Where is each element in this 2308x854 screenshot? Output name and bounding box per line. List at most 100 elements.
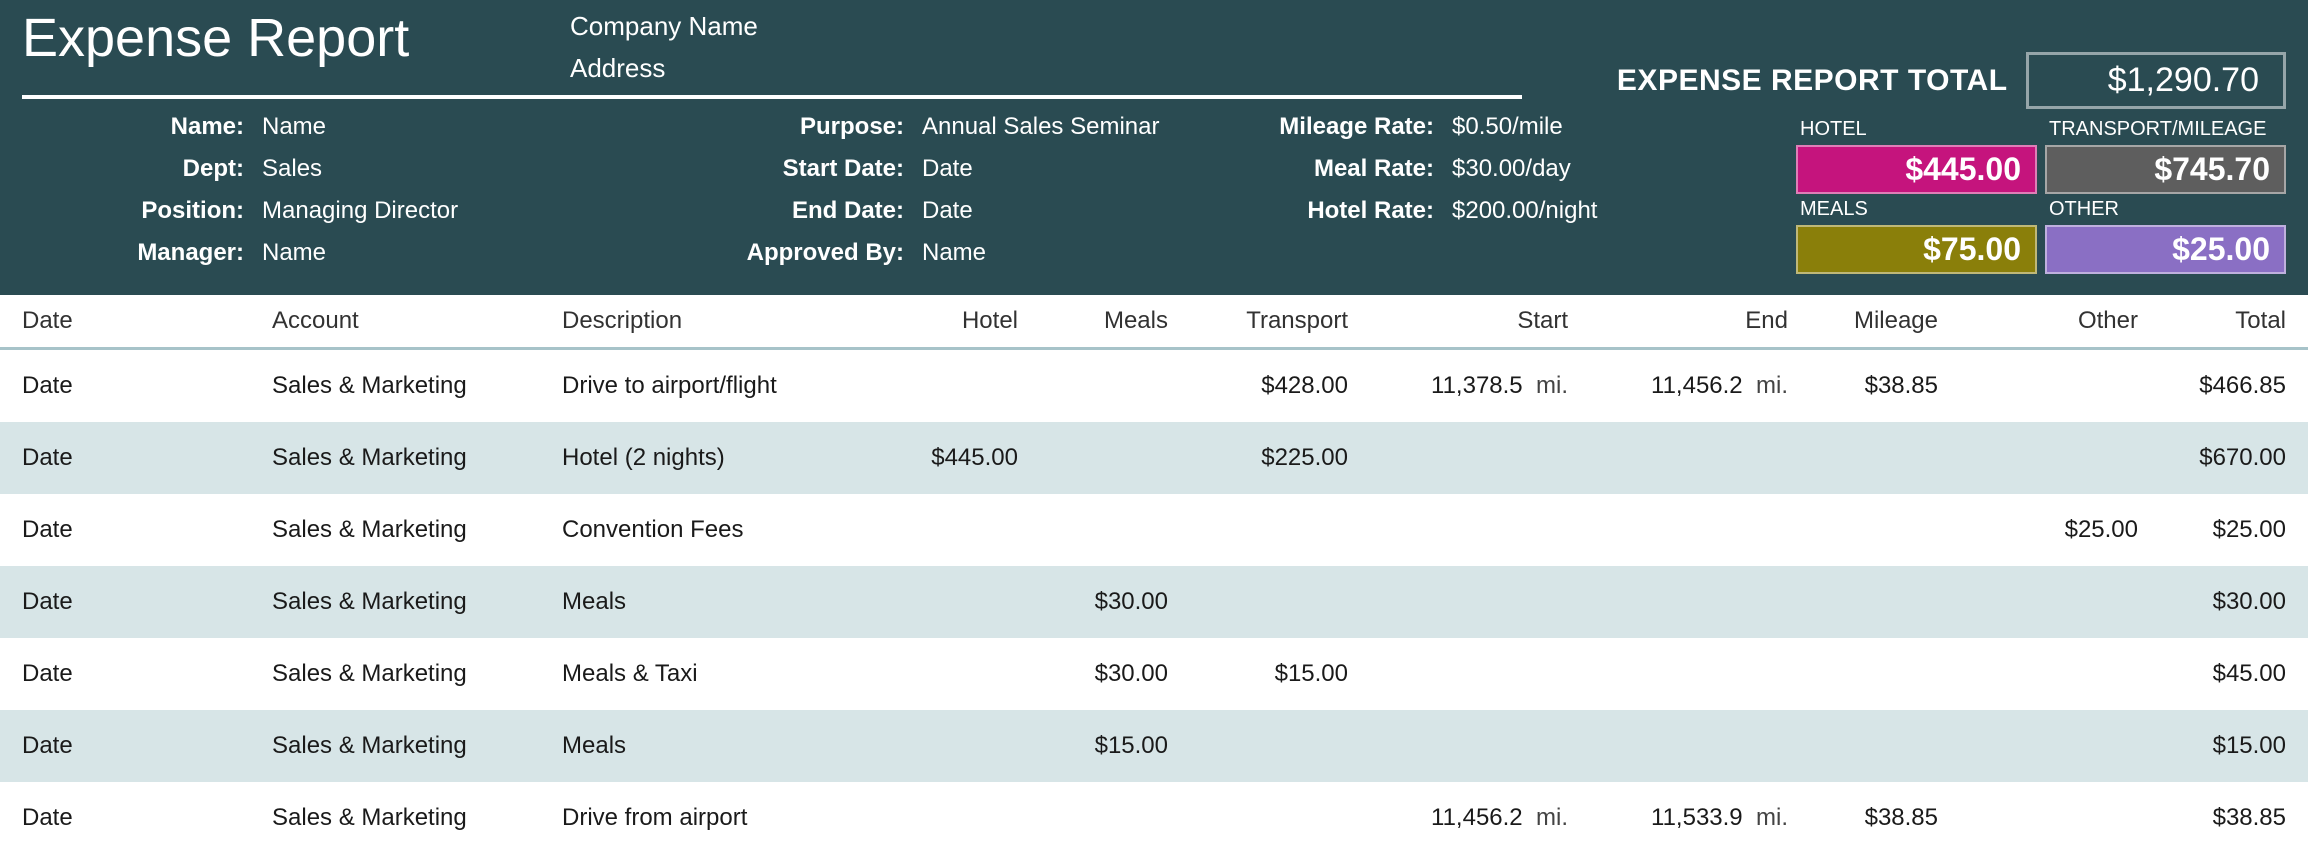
cell-hotel <box>880 782 1040 854</box>
cell-transport: $15.00 <box>1190 638 1370 710</box>
cell-mileage <box>1810 494 1960 566</box>
cell-description: Convention Fees <box>540 494 880 566</box>
cell-total: $25.00 <box>2160 494 2308 566</box>
cell-meals: $15.00 <box>1040 710 1190 782</box>
col-transport: Transport <box>1190 295 1370 349</box>
col-total: Total <box>2160 295 2308 349</box>
cell-other <box>1960 349 2160 423</box>
cell-account: Sales & Marketing <box>250 710 540 782</box>
col-start: Start <box>1370 295 1590 349</box>
cell-hotel <box>880 349 1040 423</box>
value-hotel-rate: $200.00/night <box>1452 197 1702 225</box>
col-account: Account <box>250 295 540 349</box>
cell-description: Meals <box>540 710 880 782</box>
table-row: DateSales & MarketingMeals & Taxi$30.00$… <box>0 638 2308 710</box>
value-meal-rate: $30.00/day <box>1452 155 1702 183</box>
cell-start: 11,456.2 mi. <box>1370 782 1590 854</box>
label-approved: Approved By: <box>662 239 922 267</box>
cell-transport <box>1190 782 1370 854</box>
cell-end <box>1590 422 1810 494</box>
label-mileage-rate: Mileage Rate: <box>1232 113 1452 141</box>
cat-meals-label: MEALS <box>1796 198 2037 221</box>
label-position: Position: <box>22 197 262 225</box>
cell-account: Sales & Marketing <box>250 638 540 710</box>
cell-other: $25.00 <box>1960 494 2160 566</box>
table-row: DateSales & MarketingConvention Fees $25.… <box>0 494 2308 566</box>
cell-total: $38.85 <box>2160 782 2308 854</box>
cat-hotel-label: HOTEL <box>1796 118 2037 141</box>
cell-mileage: $38.85 <box>1810 782 1960 854</box>
col-description: Description <box>540 295 880 349</box>
cell-end <box>1590 494 1810 566</box>
cell-mileage: $38.85 <box>1810 349 1960 423</box>
col-other: Other <box>1960 295 2160 349</box>
cell-start <box>1370 566 1590 638</box>
cell-account: Sales & Marketing <box>250 782 540 854</box>
company-name: Company Name <box>570 6 758 48</box>
category-grid: HOTEL TRANSPORT/MILEAGE $445.00 $745.70 … <box>1796 118 2286 274</box>
cell-transport: $428.00 <box>1190 349 1370 423</box>
page-title: Expense Report <box>22 6 562 71</box>
cat-transport-label: TRANSPORT/MILEAGE <box>2045 118 2286 141</box>
cell-description: Drive to airport/flight <box>540 349 880 423</box>
cell-account: Sales & Marketing <box>250 494 540 566</box>
cell-end: 11,456.2 mi. <box>1590 349 1810 423</box>
cell-description: Meals & Taxi <box>540 638 880 710</box>
cat-meals-value: $75.00 <box>1796 225 2037 274</box>
cell-total: $15.00 <box>2160 710 2308 782</box>
cell-date: Date <box>0 494 250 566</box>
cell-transport: $225.00 <box>1190 422 1370 494</box>
cell-hotel <box>880 494 1040 566</box>
value-position: Managing Director <box>262 197 662 225</box>
cell-start <box>1370 710 1590 782</box>
label-end-date: End Date: <box>662 197 922 225</box>
label-start-date: Start Date: <box>662 155 922 183</box>
company-address: Address <box>570 48 758 90</box>
cell-date: Date <box>0 638 250 710</box>
cell-start <box>1370 638 1590 710</box>
cat-hotel-value: $445.00 <box>1796 145 2037 194</box>
cell-mileage <box>1810 422 1960 494</box>
table-row: DateSales & MarketingDrive from airport 1… <box>0 782 2308 854</box>
cell-meals <box>1040 494 1190 566</box>
expense-table: Date Account Description Hotel Meals Tra… <box>0 295 2308 854</box>
value-name: Name <box>262 113 662 141</box>
col-hotel: Hotel <box>880 295 1040 349</box>
cell-mileage <box>1810 638 1960 710</box>
cell-account: Sales & Marketing <box>250 566 540 638</box>
cell-hotel <box>880 638 1040 710</box>
cell-meals <box>1040 349 1190 423</box>
col-date: Date <box>0 295 250 349</box>
cell-other <box>1960 638 2160 710</box>
cell-date: Date <box>0 349 250 423</box>
cell-hotel <box>880 566 1040 638</box>
cell-meals <box>1040 782 1190 854</box>
cell-hotel: $445.00 <box>880 422 1040 494</box>
label-hotel-rate: Hotel Rate: <box>1232 197 1452 225</box>
cell-total: $670.00 <box>2160 422 2308 494</box>
cell-start <box>1370 422 1590 494</box>
cell-total: $30.00 <box>2160 566 2308 638</box>
table-row: DateSales & MarketingMeals$15.00$15.00 <box>0 710 2308 782</box>
cell-end: 11,533.9 mi. <box>1590 782 1810 854</box>
cell-date: Date <box>0 566 250 638</box>
cell-other <box>1960 422 2160 494</box>
cell-description: Drive from airport <box>540 782 880 854</box>
col-mileage: Mileage <box>1810 295 1960 349</box>
value-approved: Name <box>922 239 1232 267</box>
cell-other <box>1960 782 2160 854</box>
table-row: DateSales & MarketingHotel (2 nights)$44… <box>0 422 2308 494</box>
cell-date: Date <box>0 782 250 854</box>
cat-other-label: OTHER <box>2045 198 2286 221</box>
col-end: End <box>1590 295 1810 349</box>
cell-description: Meals <box>540 566 880 638</box>
cell-hotel <box>880 710 1040 782</box>
col-meals: Meals <box>1040 295 1190 349</box>
cell-description: Hotel (2 nights) <box>540 422 880 494</box>
label-name: Name: <box>22 113 262 141</box>
value-purpose: Annual Sales Seminar <box>922 113 1232 141</box>
cell-meals: $30.00 <box>1040 566 1190 638</box>
cell-other <box>1960 710 2160 782</box>
value-dept: Sales <box>262 155 662 183</box>
grand-total-label: EXPENSE REPORT TOTAL <box>1617 64 2008 98</box>
